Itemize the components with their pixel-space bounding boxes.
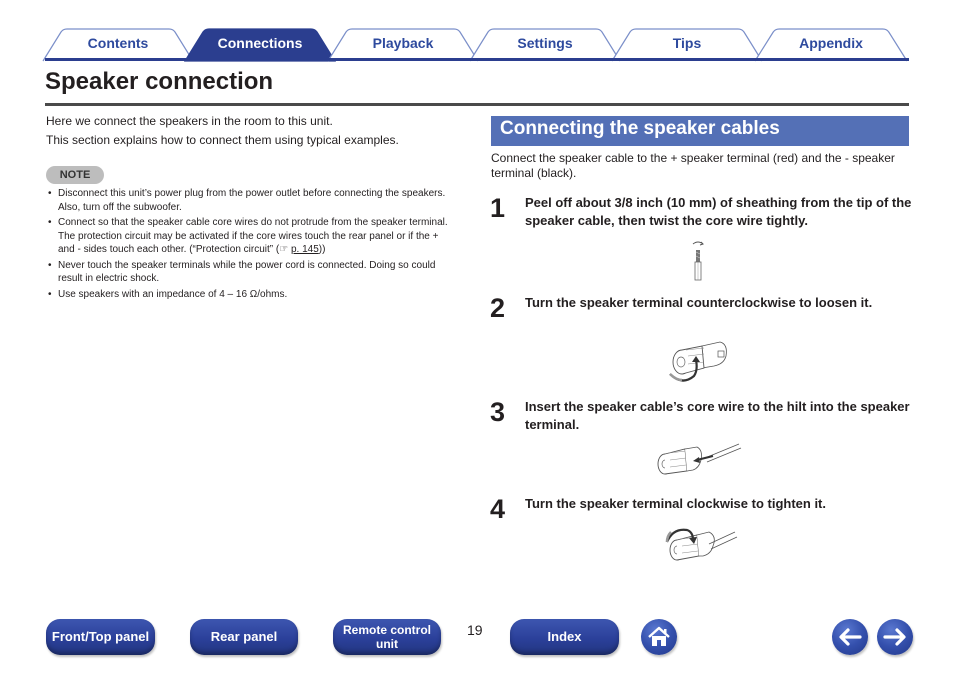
- tab-connections[interactable]: Connections: [183, 28, 337, 62]
- tab-label: Settings: [517, 35, 573, 51]
- tab-underline: [45, 58, 909, 61]
- forward-button[interactable]: [877, 619, 913, 655]
- step-text: Turn the speaker terminal clockwise to t…: [525, 496, 826, 511]
- intro-line: This section explains how to connect the…: [46, 133, 399, 147]
- home-icon: [648, 626, 670, 646]
- back-button[interactable]: [832, 619, 868, 655]
- step-number: 2: [490, 293, 506, 323]
- title-divider: [45, 103, 909, 106]
- terminal-tighten-illustration: [665, 528, 738, 561]
- note-text: )): [318, 244, 326, 255]
- section-description: Connect the speaker cable to the + speak…: [491, 151, 895, 180]
- step-text: Turn the speaker terminal counterclockwi…: [525, 295, 873, 310]
- reference-hand-icon: ☞: [279, 244, 289, 255]
- tab-label: Contents: [87, 35, 149, 51]
- note-text: Never touch the speaker terminals while …: [58, 259, 436, 285]
- tab-label: Appendix: [799, 35, 863, 51]
- note-item: Never touch the speaker terminals while …: [46, 259, 451, 286]
- note-text: Disconnect this unit’s power plug from t…: [58, 188, 446, 213]
- rear-panel-button[interactable]: Rear panel: [190, 619, 298, 655]
- note-item: Use speakers with an impedance of 4 – 16…: [46, 288, 451, 302]
- remote-control-unit-button[interactable]: Remote control unit: [333, 619, 441, 655]
- step-text: Peel off about 3/8 inch (10 mm) of sheat…: [525, 195, 912, 228]
- front-top-panel-button[interactable]: Front/Top panel: [46, 619, 155, 655]
- intro-text: Here we connect the speakers in the room…: [46, 112, 399, 150]
- arrow-left-icon: [839, 628, 862, 646]
- note-item: Connect so that the speaker cable core w…: [46, 216, 451, 257]
- step-number: 3: [490, 397, 506, 427]
- tab-contents[interactable]: Contents: [42, 28, 194, 62]
- page-title: Speaker connection: [45, 68, 274, 95]
- note-list: Disconnect this unit’s power plug from t…: [46, 187, 451, 303]
- section-header: Connecting the speaker cables: [491, 116, 909, 146]
- arrow-right-icon: [883, 628, 906, 646]
- step-number: 1: [490, 193, 506, 223]
- note-text: Connect so that the speaker cable core w…: [58, 217, 448, 255]
- tab-label: Playback: [372, 35, 434, 51]
- tab-label: Connections: [217, 35, 303, 51]
- twisted-core-wire-illustration: [692, 241, 704, 281]
- step-number: 4: [490, 494, 506, 524]
- tab-appendix[interactable]: Appendix: [754, 28, 908, 62]
- note-item: Disconnect this unit’s power plug from t…: [46, 187, 451, 214]
- page-number: 19: [467, 622, 483, 638]
- index-button[interactable]: Index: [510, 619, 619, 655]
- tab-settings[interactable]: Settings: [469, 28, 621, 62]
- terminal-loosen-illustration: [669, 341, 727, 382]
- page-reference-link[interactable]: p. 145: [291, 244, 319, 255]
- tab-playback[interactable]: Playback: [327, 28, 479, 62]
- tab-label: Tips: [672, 35, 702, 51]
- section-title: Connecting the speaker cables: [500, 118, 780, 139]
- step-text: Insert the speaker cable’s core wire to …: [525, 399, 910, 432]
- tab-tips[interactable]: Tips: [611, 28, 763, 62]
- note-badge: NOTE: [46, 166, 104, 184]
- note-text: Use speakers with an impedance of 4 – 16…: [58, 288, 288, 300]
- insert-wire-illustration: [657, 443, 742, 475]
- home-button[interactable]: [641, 619, 677, 655]
- intro-line: Here we connect the speakers in the room…: [46, 114, 333, 128]
